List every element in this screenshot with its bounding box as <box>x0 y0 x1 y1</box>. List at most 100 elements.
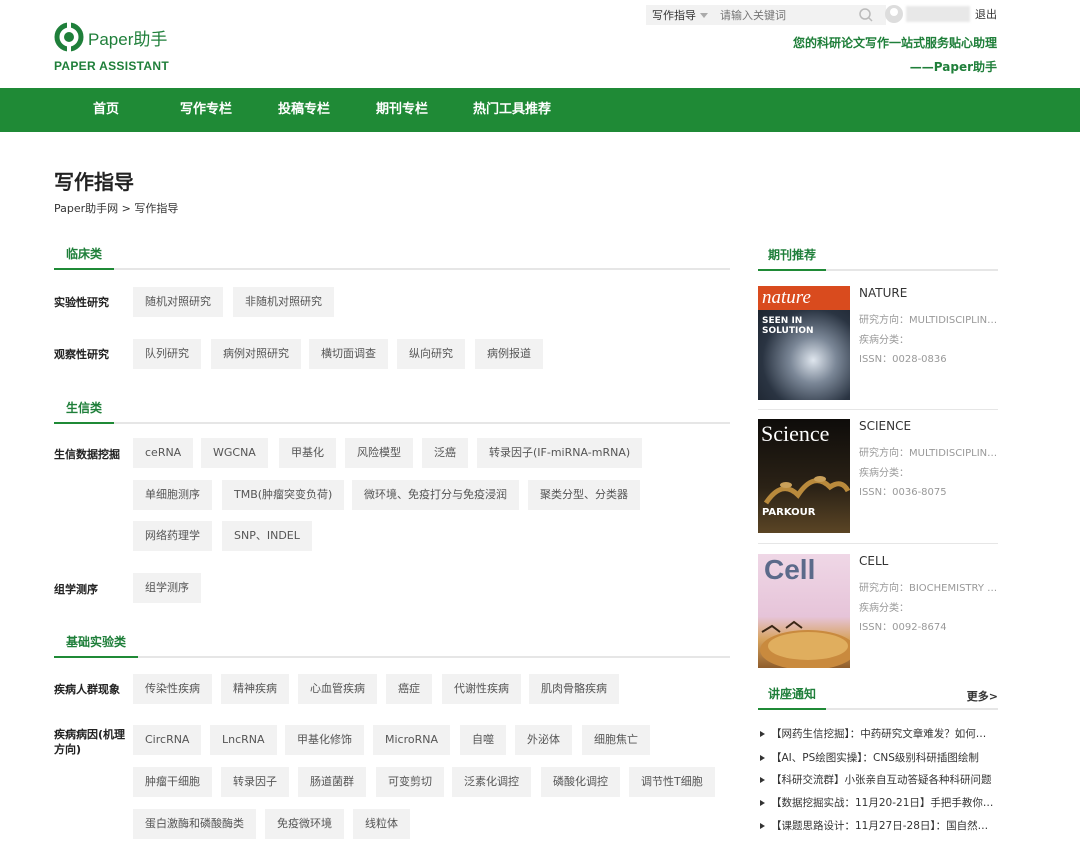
tag[interactable]: 非随机对照研究 <box>233 287 334 317</box>
row-label: 疾病人群现象 <box>54 683 120 696</box>
slogan: 您的科研论文写作一站式服务贴心助理 <box>792 36 997 50</box>
search-category-label: 写作指导 <box>652 9 696 22</box>
tag[interactable]: 肠道菌群 <box>298 767 366 797</box>
tag[interactable]: 转录因子 <box>221 767 289 797</box>
tag[interactable]: 队列研究 <box>133 339 201 369</box>
tag[interactable]: 纵向研究 <box>397 339 465 369</box>
cover-headline: SEEN IN SOLUTION <box>762 316 814 336</box>
notice-item[interactable]: 【课题思路设计：11月27日-28日】：国自然标书 <box>760 818 996 833</box>
tag[interactable]: 病例对照研究 <box>211 339 301 369</box>
breadcrumb[interactable]: Paper助手网 > 写作指导 <box>54 200 178 216</box>
tag[interactable]: 传染性疾病 <box>133 674 212 704</box>
nav-item-submission[interactable]: 投稿专栏 <box>278 88 330 132</box>
page-title: 写作指导 <box>54 170 134 194</box>
tag[interactable]: 外泌体 <box>515 725 572 755</box>
section-header-basic-experiments: 基础实验类 <box>54 630 730 658</box>
journal-name[interactable]: CELL <box>859 554 888 568</box>
tag[interactable]: 心血管疾病 <box>298 674 377 704</box>
tag[interactable]: 网络药理学 <box>133 521 212 551</box>
tag[interactable]: LncRNA <box>210 725 277 755</box>
journals-title: 期刊推荐 <box>758 246 827 271</box>
tag[interactable]: 调节性T细胞 <box>629 767 715 797</box>
tag[interactable]: 微环境、免疫打分与免疫浸润 <box>352 480 519 510</box>
notice-item[interactable]: 【网药生信挖掘】：中药研究文章难发？如何突破 <box>760 726 996 741</box>
tag[interactable]: 随机对照研究 <box>133 287 223 317</box>
logo[interactable]: Paper助手 <box>54 22 167 52</box>
tag[interactable]: 精神疾病 <box>221 674 289 704</box>
cover-title: Cell <box>764 554 816 585</box>
tag[interactable]: TMB(肿瘤突变负荷) <box>222 480 345 510</box>
journal-disease: 疾病分类： <box>859 335 909 346</box>
journal-card-cell[interactable]: Cell CELL 研究方向：BIOCHEMISTRY & MOLECULAR … <box>758 554 998 678</box>
cover-title: nature <box>762 287 811 308</box>
search-category-select[interactable]: 写作指导 <box>646 7 708 23</box>
tag[interactable]: 甲基化 <box>279 438 336 468</box>
tag[interactable]: WGCNA <box>201 438 268 468</box>
tag[interactable]: MicroRNA <box>373 725 451 755</box>
tag[interactable]: 代谢性疾病 <box>442 674 521 704</box>
divider <box>758 409 998 410</box>
journal-name[interactable]: NATURE <box>859 286 907 300</box>
username-blurred[interactable] <box>906 6 970 22</box>
tag[interactable]: 甲基化修饰 <box>285 725 364 755</box>
section-title: 生信类 <box>54 399 115 424</box>
slogan-signature: ——Paper助手 <box>909 60 997 74</box>
divider <box>758 543 998 544</box>
journal-card-science[interactable]: Science PARKOUR SCIENCE 研究方向：MULTIDISCIP… <box>758 419 998 543</box>
section-title: 基础实验类 <box>54 633 139 658</box>
journal-disease: 疾病分类： <box>859 603 909 614</box>
tag[interactable]: 肌肉骨骼疾病 <box>529 674 619 704</box>
tag[interactable]: 磷酸化调控 <box>541 767 620 797</box>
notice-item[interactable]: 【科研交流群】小张亲自互动答疑各种科研问题 <box>760 772 996 787</box>
triangle-bullet-icon <box>760 823 765 829</box>
journal-cover[interactable]: Science PARKOUR <box>758 419 850 533</box>
tag[interactable]: 聚类分型、分类器 <box>528 480 640 510</box>
section-title: 临床类 <box>54 245 115 270</box>
notice-text: 【课题思路设计：11月27日-28日】：国自然标书 <box>771 820 996 832</box>
cover-headline: PARKOUR <box>762 507 816 518</box>
tag[interactable]: 风险模型 <box>345 438 413 468</box>
search-bar: 写作指导 <box>646 5 886 25</box>
tag[interactable]: 细胞焦亡 <box>582 725 650 755</box>
main-nav: 首页 写作专栏 投稿专栏 期刊专栏 热门工具推荐 <box>0 88 1080 132</box>
notice-item[interactable]: 【数据挖掘实战：11月20-21日】手把手教你挖掘 <box>760 795 996 810</box>
more-link[interactable]: 更多> <box>967 688 998 704</box>
nav-item-tools[interactable]: 热门工具推荐 <box>473 88 551 132</box>
journal-card-nature[interactable]: nature SEEN IN SOLUTION NATURE 研究方向：MULT… <box>758 286 998 410</box>
tag[interactable]: ceRNA <box>133 438 194 468</box>
nav-item-home[interactable]: 首页 <box>93 88 119 132</box>
journal-disease: 疾病分类： <box>859 468 909 479</box>
tag[interactable]: 肿瘤干细胞 <box>133 767 212 797</box>
nav-item-journals[interactable]: 期刊专栏 <box>376 88 428 132</box>
journal-name[interactable]: SCIENCE <box>859 419 911 433</box>
tag[interactable]: 可变剪切 <box>376 767 444 797</box>
search-icon[interactable] <box>858 7 874 23</box>
triangle-bullet-icon <box>760 731 765 737</box>
tag[interactable]: 转录因子(IF-miRNA-mRNA) <box>477 438 643 468</box>
tag[interactable]: 自噬 <box>460 725 506 755</box>
tag[interactable]: 癌症 <box>386 674 432 704</box>
logo-icon <box>54 22 84 52</box>
notice-item[interactable]: 【AI、PS绘图实操】：CNS级别科研插图绘制 <box>760 750 996 765</box>
tag[interactable]: 单细胞测序 <box>133 480 212 510</box>
notice-text: 【科研交流群】小张亲自互动答疑各种科研问题 <box>771 774 992 786</box>
notices-header: 讲座通知 更多> <box>758 682 998 710</box>
nav-item-writing[interactable]: 写作专栏 <box>180 88 232 132</box>
tag[interactable]: CircRNA <box>133 725 202 755</box>
tag[interactable]: 泛癌 <box>422 438 468 468</box>
notice-text: 【数据挖掘实战：11月20-21日】手把手教你挖掘 <box>771 797 996 809</box>
tag[interactable]: 线粒体 <box>353 809 410 839</box>
journal-cover[interactable]: nature SEEN IN SOLUTION <box>758 286 850 400</box>
tag[interactable]: 横切面调查 <box>309 339 388 369</box>
tag[interactable]: SNP、INDEL <box>222 521 312 551</box>
tag[interactable]: 组学测序 <box>133 573 201 603</box>
tag[interactable]: 病例报道 <box>475 339 543 369</box>
logout-link[interactable]: 退出 <box>975 6 997 22</box>
section-header-bioinformatics: 生信类 <box>54 396 730 424</box>
search-input[interactable] <box>720 8 840 22</box>
journal-cover[interactable]: Cell <box>758 554 850 668</box>
avatar[interactable] <box>885 5 903 23</box>
tag[interactable]: 泛素化调控 <box>452 767 531 797</box>
tag[interactable]: 蛋白激酶和磷酸酶类 <box>133 809 256 839</box>
tag[interactable]: 免疫微环境 <box>265 809 344 839</box>
